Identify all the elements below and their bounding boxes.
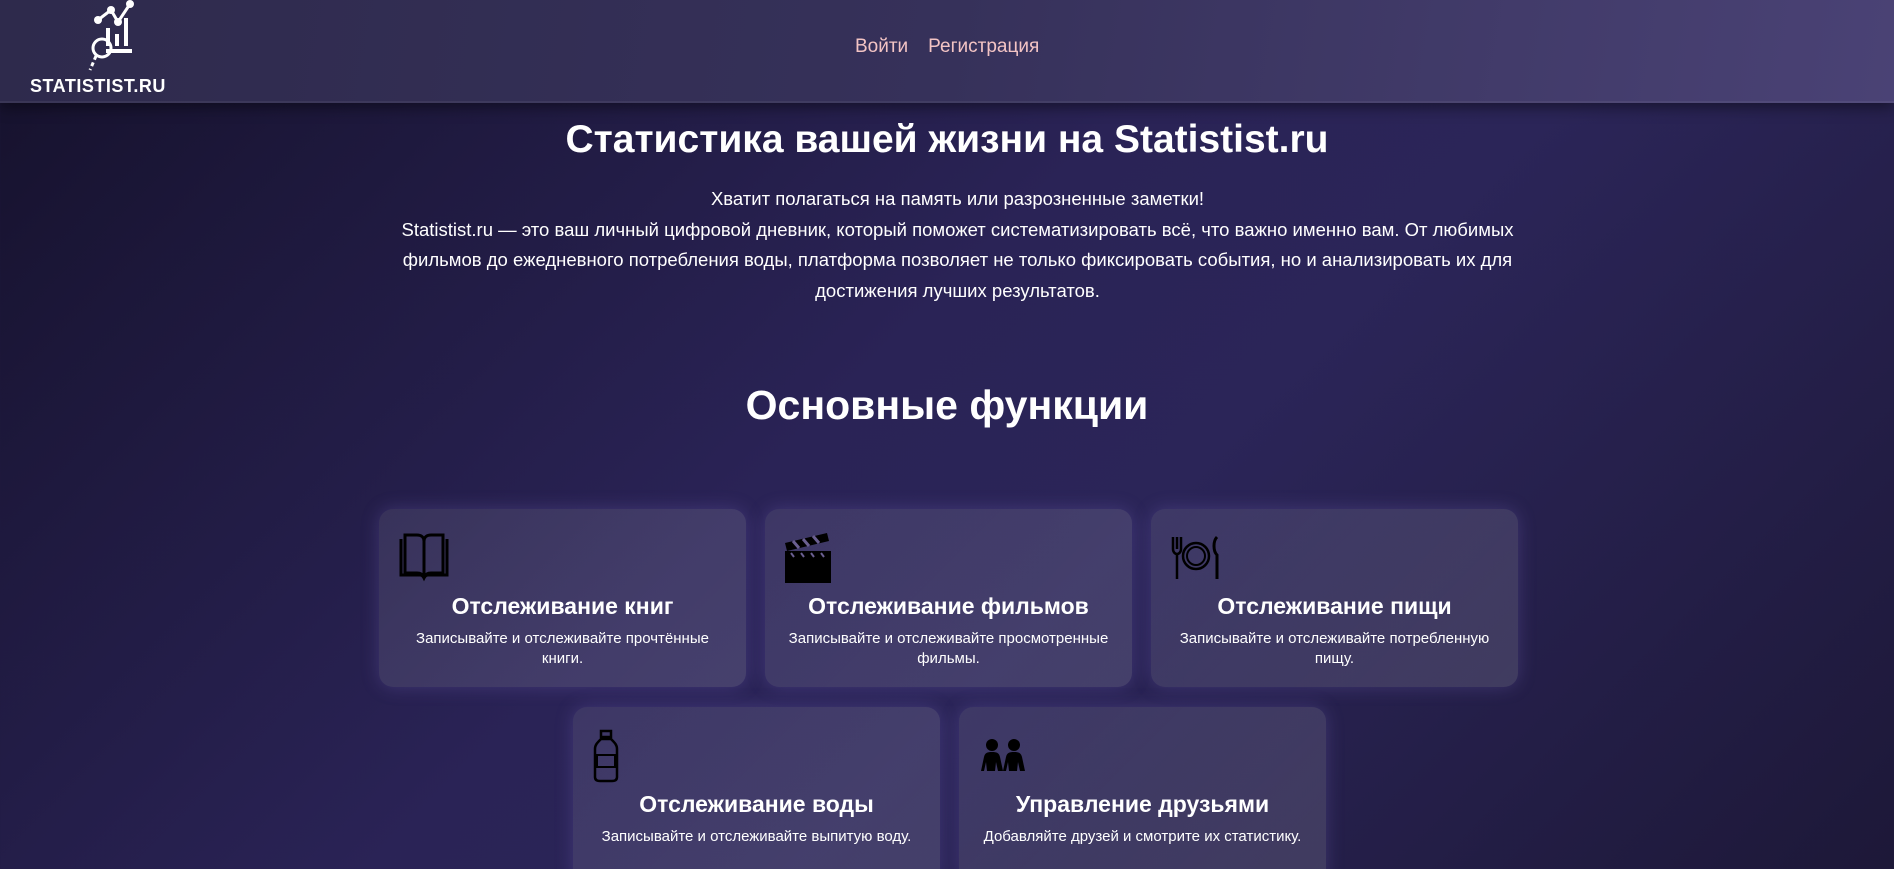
header: STATISTIST.RU Войти Регистрация	[0, 0, 1894, 103]
logo-chart-icon	[88, 0, 134, 71]
top-nav: Войти Регистрация	[855, 36, 1039, 58]
clapperboard-icon	[785, 533, 831, 583]
feature-card-food[interactable]: Отслеживание пищи Записывайте и отслежив…	[1151, 509, 1518, 687]
feature-title: Отслеживание пищи	[1217, 593, 1452, 619]
hero-description: Хватит полагаться на память или разрозне…	[360, 184, 1555, 306]
hero-line: Хватит полагаться на память или разрозне…	[710, 188, 1205, 209]
register-link[interactable]: Регистрация	[928, 36, 1039, 58]
feature-card-books[interactable]: Отслеживание книг Записывайте и отслежив…	[379, 509, 746, 687]
feature-desc: Записывайте и отслеживайте прочтённые кн…	[416, 630, 709, 667]
friends-icon	[981, 739, 1025, 771]
feature-desc: Записывайте и отслеживайте потребленную …	[1179, 630, 1490, 667]
feature-title: Управление друзьями	[1015, 791, 1270, 817]
book-icon	[399, 533, 449, 582]
hero-line: Statistist.ru — это ваш личный цифровой …	[401, 218, 1514, 301]
feature-desc: Записывайте и отслеживайте выпитую воду.	[601, 828, 912, 845]
features-title: Основные функции	[745, 382, 1149, 428]
feature-desc: Добавляйте друзей и смотрите их статисти…	[983, 828, 1302, 845]
feature-card-friends[interactable]: Управление друзьями Добавляйте друзей и …	[959, 707, 1326, 869]
hero-title: Статистика вашей жизни на Statistist.ru	[565, 118, 1329, 161]
feature-desc: Записывайте и отслеживайте просмотренные…	[788, 630, 1109, 667]
logo[interactable]: STATISTIST.RU	[28, 0, 198, 100]
feature-title: Отслеживание воды	[639, 791, 874, 817]
plate-cutlery-icon	[1171, 535, 1219, 579]
login-link[interactable]: Войти	[855, 36, 908, 58]
feature-title: Отслеживание книг	[451, 593, 674, 619]
feature-card-movies[interactable]: Отслеживание фильмов Записывайте и отсле…	[765, 509, 1132, 687]
feature-card-water[interactable]: Отслеживание воды Записывайте и отслежив…	[573, 707, 940, 869]
feature-title: Отслеживание фильмов	[808, 593, 1089, 619]
logo-text: STATISTIST.RU	[30, 76, 166, 96]
water-bottle-icon	[593, 729, 619, 783]
